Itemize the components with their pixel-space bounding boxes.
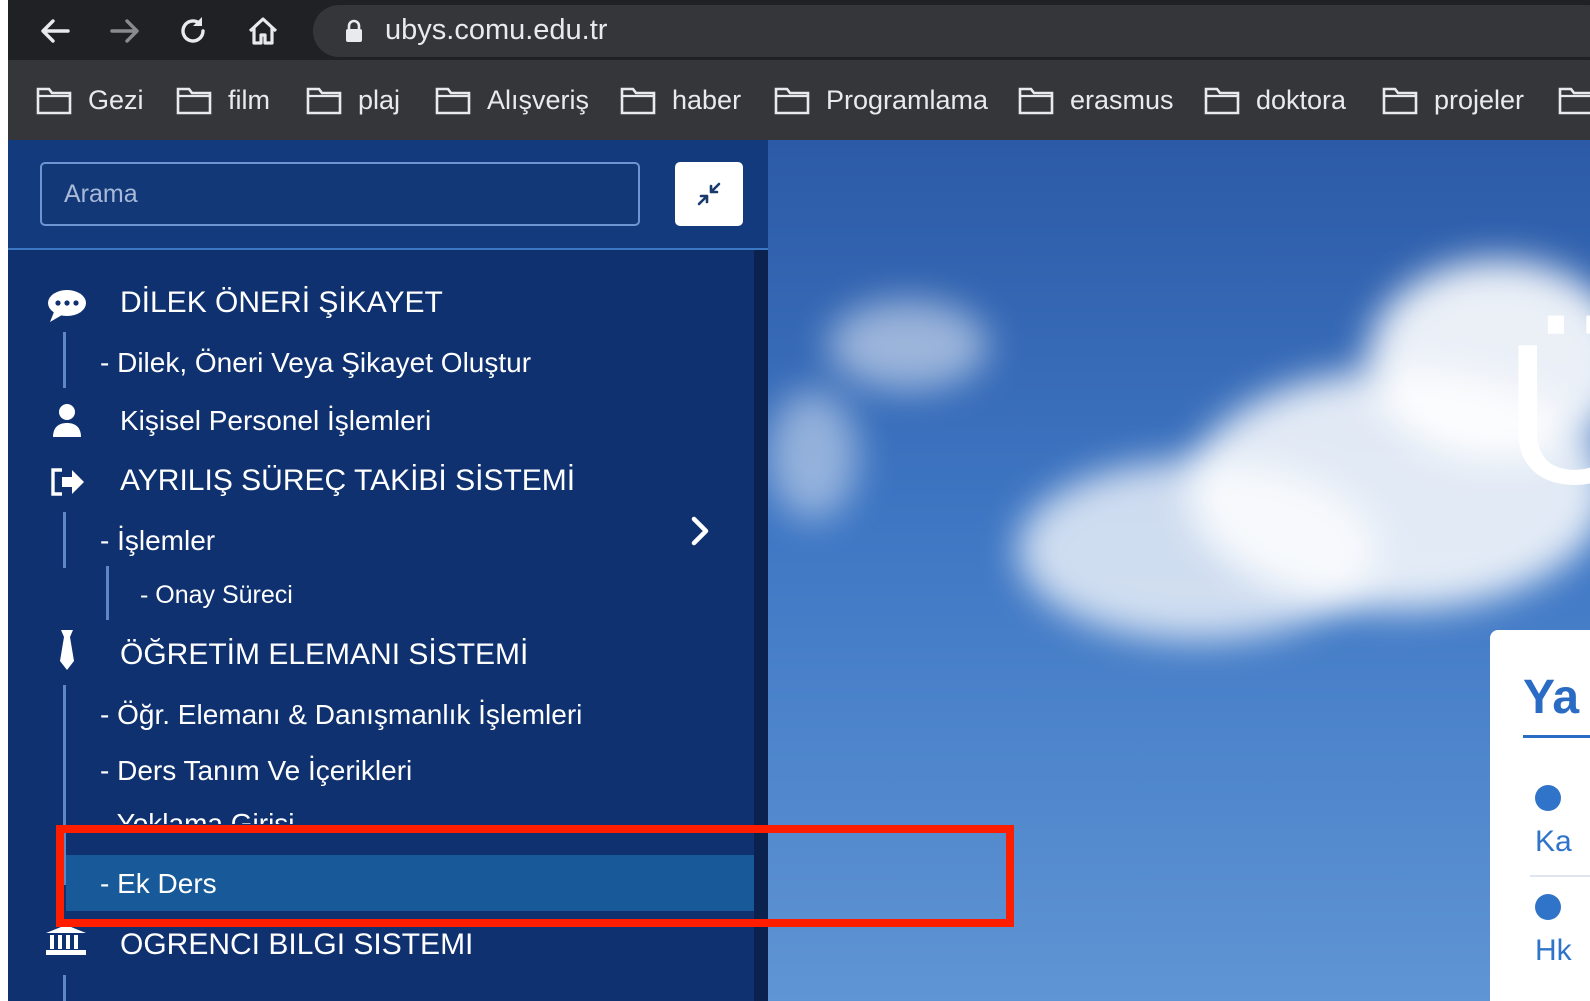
card-title-underline <box>1523 735 1590 738</box>
home-button[interactable] <box>246 14 280 48</box>
folder-icon <box>1382 87 1418 115</box>
bookmark-erasmus[interactable]: erasmus <box>1018 81 1174 119</box>
folder-icon <box>435 87 471 115</box>
menu-dilek-oneri-sikayet[interactable]: DİLEK ÖNERİ ŞİKAYET <box>120 286 443 320</box>
forward-button[interactable] <box>108 14 142 48</box>
forward-arrow-icon <box>110 19 139 43</box>
tree-line <box>63 512 66 568</box>
bookmark-alisveris[interactable]: Alışveriş <box>435 81 589 119</box>
menu-ogrenci-bilgi-sistemi[interactable]: OGRENCI BILGI SISTEMI <box>120 928 473 962</box>
bookmark-programlama[interactable]: Programlama <box>774 81 988 119</box>
reload-icon <box>181 17 205 43</box>
reload-button[interactable] <box>176 14 210 48</box>
folder-icon <box>306 87 342 115</box>
search-input[interactable] <box>40 162 640 226</box>
menu-kisisel-personel[interactable]: Kişisel Personel İşlemleri <box>120 405 431 437</box>
folder-icon <box>36 87 72 115</box>
back-button[interactable] <box>38 14 72 48</box>
bookmark-doktora[interactable]: doktora <box>1204 81 1346 119</box>
bookmark-label: haber <box>672 84 742 115</box>
folder-icon <box>774 87 810 115</box>
menu-ogretim-elemani[interactable]: ÖĞRETİM ELEMANI SİSTEMİ <box>120 638 528 672</box>
folder-icon <box>1018 87 1054 115</box>
tree-line <box>63 975 66 1001</box>
bookmark-label: doktora <box>1256 84 1347 115</box>
bookmark-label: projeler <box>1434 84 1525 115</box>
comment-icon <box>48 290 86 322</box>
cloud-image <box>828 300 988 390</box>
bookmark-label: erasmus <box>1070 84 1174 115</box>
menu-islemler[interactable]: - İşlemler <box>100 525 215 557</box>
user-icon <box>53 404 81 437</box>
bookmark-haber[interactable]: haber <box>620 81 741 119</box>
compress-arrows-icon <box>697 182 721 206</box>
folder-icon <box>1558 87 1590 115</box>
bookmark-film[interactable]: film <box>176 81 270 119</box>
announcement-link[interactable]: Hk <box>1535 934 1572 968</box>
collapse-button[interactable] <box>675 162 743 226</box>
bookmark-label: film <box>228 84 270 115</box>
back-arrow-icon <box>41 19 70 43</box>
highlight-annotation-box <box>56 825 1014 927</box>
address-bar[interactable]: ubys.comu.edu.tr <box>313 5 1590 57</box>
folder-icon <box>620 87 656 115</box>
browser-toolbar: ubys.comu.edu.tr <box>8 0 1590 60</box>
bullet-dot <box>1535 894 1561 920</box>
menu-onay-sureci[interactable]: - Onay Süreci <box>140 581 293 610</box>
chevron-right-icon[interactable] <box>688 515 712 547</box>
university-icon <box>46 925 86 955</box>
folder-icon <box>176 87 212 115</box>
tree-line <box>63 332 66 388</box>
bookmark-overflow[interactable] <box>1558 81 1590 119</box>
bookmark-plaj[interactable]: plaj <box>306 81 400 119</box>
bookmark-projeler[interactable]: projeler <box>1382 81 1524 119</box>
menu-dilek-olustur[interactable]: - Dilek, Öneri Veya Şikayet Oluştur <box>100 347 531 379</box>
sign-out-icon <box>51 468 84 496</box>
bookmark-label: Gezi <box>88 84 144 115</box>
bookmark-label: Programlama <box>826 84 989 115</box>
divider <box>1530 875 1590 877</box>
tie-icon <box>60 630 74 670</box>
menu-ayrilis-surec[interactable]: AYRILIŞ SÜREÇ TAKİBİ SİSTEMİ <box>120 464 575 498</box>
tree-line <box>106 566 109 620</box>
menu-ogr-elemani-danismanlik[interactable]: - Öğr. Elemanı & Danışmanlık İşlemleri <box>100 699 582 731</box>
url-text: ubys.comu.edu.tr <box>385 14 608 46</box>
bookmark-label: Alışveriş <box>487 84 590 115</box>
bullet-dot <box>1535 785 1561 811</box>
announcements-card: Ya Ka Hk <box>1490 630 1590 1001</box>
bookmark-gezi[interactable]: Gezi <box>36 81 144 119</box>
bookmarks-bar: Gezi film plaj Alışveriş haber Programla… <box>8 60 1590 140</box>
card-title: Ya <box>1523 671 1580 724</box>
browser-window: ubys.comu.edu.tr Gezi film plaj Alışveri… <box>8 0 1590 1001</box>
folder-icon <box>1204 87 1240 115</box>
lock-icon <box>346 19 362 42</box>
sidebar-search-area <box>8 140 768 250</box>
announcement-link[interactable]: Ka <box>1535 825 1572 859</box>
home-icon <box>248 17 278 45</box>
menu-ders-tanim[interactable]: - Ders Tanım Ve İçerikleri <box>100 755 412 787</box>
cloud-image <box>768 390 858 520</box>
bookmark-label: plaj <box>358 84 401 115</box>
logo-letter: Ü <box>1503 303 1590 526</box>
